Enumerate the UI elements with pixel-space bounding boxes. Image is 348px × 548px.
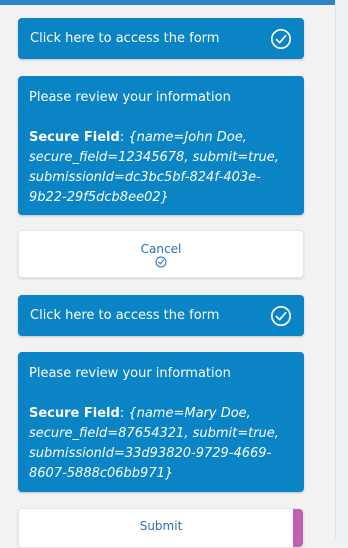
cancel-label: Cancel bbox=[140, 242, 182, 256]
secure-field-label: Secure Field bbox=[29, 130, 120, 145]
review-card: Please review your information Secure Fi… bbox=[18, 76, 304, 215]
submit-label: Submit bbox=[139, 519, 183, 533]
secure-field-line: Secure Field: {name=Mary Doe, secure_fie… bbox=[29, 404, 293, 484]
submit-accent-bar bbox=[293, 509, 303, 547]
check-circle-icon bbox=[271, 28, 291, 49]
form-link-label: Click here to access the form bbox=[30, 308, 220, 323]
form-link-label: Click here to access the form bbox=[30, 31, 220, 46]
secure-field-label: Secure Field bbox=[29, 406, 120, 421]
form-link-button[interactable]: Click here to access the form bbox=[18, 295, 304, 336]
small-check-icon bbox=[155, 256, 167, 268]
secure-field-line: Secure Field: {name=John Doe, secure_fie… bbox=[29, 128, 293, 208]
review-card: Please review your information Secure Fi… bbox=[18, 352, 304, 492]
form-link-button[interactable]: Click here to access the form bbox=[18, 18, 304, 59]
cancel-button[interactable]: Cancel bbox=[18, 230, 304, 278]
right-scroll-rail[interactable] bbox=[335, 0, 348, 539]
top-bar bbox=[0, 0, 348, 5]
submit-button[interactable]: Submit bbox=[18, 508, 304, 548]
review-title: Please review your information bbox=[29, 366, 231, 381]
check-circle-icon bbox=[271, 305, 291, 326]
review-title: Please review your information bbox=[29, 90, 231, 105]
